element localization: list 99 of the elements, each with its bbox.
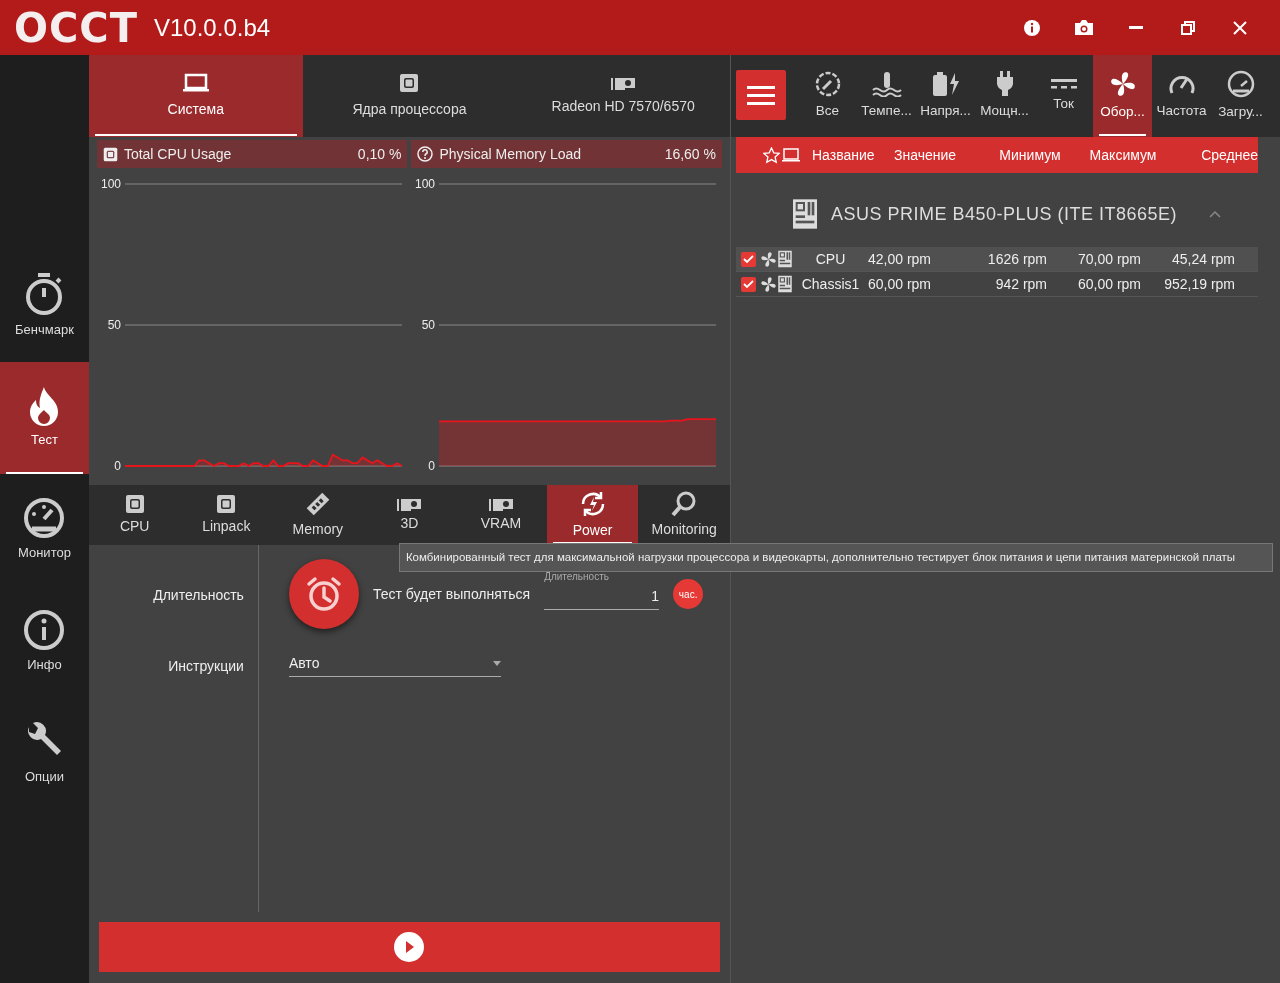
column-header[interactable]: Минимум: [986, 144, 1074, 166]
column-header[interactable]: Максимум: [1074, 144, 1172, 166]
sensor-tab[interactable]: Мощн...: [975, 55, 1034, 137]
test-tab[interactable]: 3D: [363, 485, 456, 545]
instructions-label: Инструкции: [168, 657, 244, 676]
table-cell-text: 1626 rpm: [986, 249, 1047, 269]
sidebar-item[interactable]: Инфо: [0, 586, 89, 698]
test-tab[interactable]: VRAM: [455, 485, 547, 545]
fan-icon: [760, 250, 777, 268]
area-chart: 0 50 100: [411, 168, 722, 485]
plug-icon: [994, 70, 1015, 97]
table-row[interactable]: CPU 42,00 rpm 1626 rpm 70,00 rpm 45,24 rpm: [736, 247, 1258, 272]
fan-icon: [760, 275, 777, 293]
table-cell-text: 45,24 rpm: [1170, 249, 1235, 269]
device-name: ASUS PRIME B450-PLUS (ITE IT8665E): [831, 202, 1178, 226]
sensor-tab[interactable]: Ток: [1034, 55, 1093, 137]
tooltip: Комбинированный тест для максимальной нагрузки процессора и видеокарты, дополнительно тестирует блок питания и цепи питания материнской платы: [398, 543, 1273, 573]
play-icon: [393, 931, 426, 963]
sidebar-item[interactable]: Бенчмарк: [0, 250, 89, 362]
table-cell-text: 70,00 rpm: [1076, 249, 1141, 269]
checkbox[interactable]: [741, 276, 756, 292]
motherboard-icon: [791, 198, 819, 230]
test-tab[interactable]: Memory: [272, 485, 364, 545]
table-cell-text: CPU: [814, 249, 847, 269]
fan-icon: [1108, 69, 1137, 98]
y-tick-label: 0: [114, 459, 122, 473]
instructions-dropdown[interactable]: Авто: [288, 651, 501, 677]
direct-current-icon: [1050, 77, 1077, 90]
chip-icon: [216, 493, 237, 514]
sidebar-item[interactable]: Монитор: [0, 474, 89, 586]
checkbox[interactable]: [741, 251, 756, 267]
sensor-tab[interactable]: Частота: [1152, 55, 1211, 137]
chip-icon: [102, 146, 118, 162]
area-chart: 0 50 100: [96, 168, 407, 485]
laptop-icon: [181, 72, 210, 93]
table-cell-text: Chassis1: [800, 274, 861, 294]
table-cell-text: 60,00 rpm: [1076, 274, 1141, 294]
start-button[interactable]: [98, 922, 720, 972]
table-cell-text: 42,00 rpm: [868, 249, 933, 269]
duration-label: Длительность: [153, 586, 244, 605]
device-tab[interactable]: Radeon HD 7570/6570: [516, 55, 730, 137]
graph-title: Physical Memory Load: [439, 144, 582, 164]
laptop-icon[interactable]: [782, 148, 800, 162]
y-tick-label: 100: [415, 177, 436, 191]
column-header[interactable]: Среднее: [1172, 144, 1258, 166]
sensor-tab[interactable]: Загру...: [1211, 55, 1270, 137]
duration-field[interactable]: 1: [544, 583, 660, 610]
y-tick-label: 50: [422, 318, 436, 332]
question-icon: [417, 146, 434, 162]
table-cell-text: 60,00 rpm: [868, 274, 933, 294]
device-tab[interactable]: Система: [88, 55, 303, 137]
menu-icon: [747, 85, 775, 105]
graph-value: 16,60 %: [664, 144, 716, 164]
graph-value: 0,10 %: [357, 144, 402, 164]
collapse-caret-icon[interactable]: [1209, 210, 1222, 218]
graphics-card-icon: [397, 496, 422, 511]
y-tick-label: 50: [107, 318, 122, 332]
dial-icon: [814, 70, 841, 97]
version-label: V10.0.0.b4: [154, 12, 271, 43]
flame-icon: [28, 386, 61, 427]
battery-bolt-icon: [930, 70, 961, 97]
device-tab[interactable]: Ядра процессора: [302, 55, 517, 137]
motherboard-icon: [777, 275, 793, 293]
duration-text: Тест будет выполняться: [372, 584, 531, 604]
sensor-tab[interactable]: Все: [798, 55, 857, 137]
sensor-tab[interactable]: Темпе...: [857, 55, 916, 137]
gauge-icon: [23, 497, 66, 540]
gauge-icon: [1226, 69, 1255, 98]
y-tick-label: 0: [428, 459, 436, 473]
stopwatch-icon: [24, 272, 65, 317]
alarm-clock-icon: [288, 559, 359, 629]
info-icon: [23, 609, 66, 652]
test-tab[interactable]: Power: [546, 485, 639, 545]
table-cell-text: 942 rpm: [994, 274, 1047, 294]
graphics-card-icon: [611, 75, 636, 90]
sidebar-item[interactable]: Тест: [0, 362, 89, 474]
thermometer-icon: [871, 70, 902, 97]
unit-button[interactable]: час.: [673, 579, 704, 609]
table-row[interactable]: Chassis1 60,00 rpm 942 rpm 60,00 rpm 952,19 rpm: [736, 272, 1258, 297]
graphics-card-icon: [489, 496, 513, 511]
sensor-tab[interactable]: Напря...: [916, 55, 975, 137]
star-icon[interactable]: [763, 146, 780, 164]
dropdown-caret-icon: [492, 661, 501, 666]
chip-icon: [124, 493, 145, 514]
test-tab[interactable]: Linpack: [180, 485, 273, 545]
column-header[interactable]: Значение: [894, 144, 986, 166]
graph-title: Total CPU Usage: [123, 144, 232, 164]
test-tab[interactable]: Monitoring: [638, 485, 730, 545]
app-logo: OCCT: [14, 7, 138, 48]
y-tick-label: 100: [100, 177, 122, 191]
sensor-tab[interactable]: Обор...: [1093, 55, 1152, 137]
column-header[interactable]: Название: [812, 144, 894, 166]
menu-button[interactable]: [736, 70, 786, 120]
magnifier-icon: [671, 490, 698, 517]
sidebar-item[interactable]: Опции: [0, 698, 89, 810]
chip-icon: [399, 72, 420, 93]
motherboard-icon: [777, 250, 793, 268]
test-tab[interactable]: CPU: [88, 485, 181, 545]
table-cell-text: 952,19 rpm: [1163, 274, 1235, 294]
